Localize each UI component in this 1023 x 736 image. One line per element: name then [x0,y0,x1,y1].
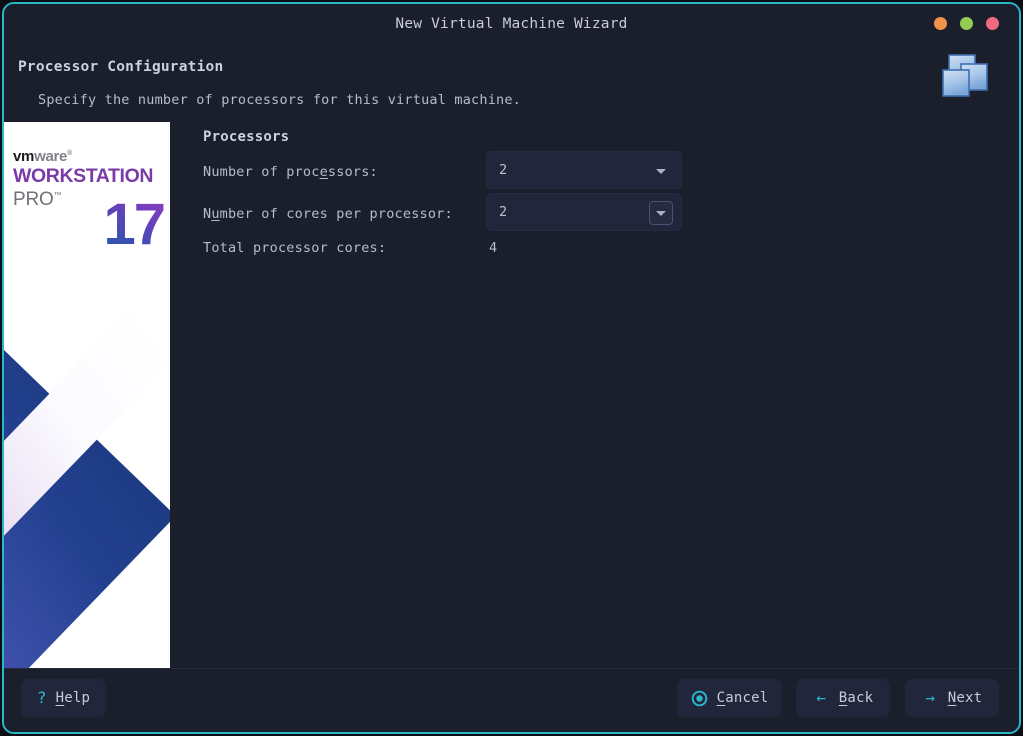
chevron-down-icon[interactable] [649,201,673,225]
close-button[interactable] [986,17,999,30]
content-pane: Processors Number of processors: 2 Numbe… [170,122,1019,668]
wizard-window: New Virtual Machine Wizard Processor Con… [2,2,1021,734]
vmware-vm-text: vm [13,148,35,165]
chevron-down-icon[interactable] [651,161,671,181]
label-number-of-processors: Number of processors: [203,164,378,180]
trademark-mark: ™ [53,191,62,201]
next-button-label: Next [947,690,983,706]
combobox-number-of-processors[interactable]: 2 [486,151,682,189]
minimize-button[interactable] [934,17,947,30]
back-button[interactable]: ← Back [796,679,890,717]
combobox-cores-per-processor[interactable]: 2 [486,193,682,231]
cancel-button[interactable]: Cancel [677,679,782,717]
page-title: Processor Configuration [18,59,224,75]
combobox-number-of-processors-value: 2 [499,162,508,178]
window-controls [934,17,999,30]
stop-circle-icon [691,690,708,707]
back-button-label: Back [838,690,874,706]
stacked-squares-icon [942,54,988,97]
title-bar: New Virtual Machine Wizard [4,4,1019,46]
label-cores-per-processor: Number of cores per processor: [203,206,453,222]
processors-group-label: Processors [203,129,290,145]
label-total-processor-cores: Total processor cores: [203,240,387,256]
wizard-header: Processor Configuration Specify the numb… [4,46,1019,122]
arrow-left-icon: ← [816,688,827,707]
product-version: 17 [103,192,165,257]
combobox-cores-per-processor-value: 2 [499,204,508,220]
branding-sidebar: vmware® WORKSTATION PRO™ 17 [4,122,170,668]
vmware-wordmark: vmware® [13,149,153,164]
help-button[interactable]: ? Help [21,679,106,717]
vmware-ware-text: ware [34,148,68,165]
question-mark-icon: ? [36,688,47,707]
cancel-button-label: Cancel [716,690,769,706]
arrow-right-icon: → [925,688,936,707]
product-name: WORKSTATION [13,165,154,187]
page-subtitle: Specify the number of processors for thi… [38,92,522,108]
maximize-button[interactable] [960,17,973,30]
next-button[interactable]: → Next [905,679,999,717]
wizard-body: vmware® WORKSTATION PRO™ 17 Processors N… [4,122,1019,668]
help-button-label: Help [55,690,91,706]
value-total-processor-cores: 4 [489,240,498,256]
window-title: New Virtual Machine Wizard [395,16,628,32]
registered-mark: ® [67,150,72,157]
wizard-footer: ? Help Cancel ← Back → Next [4,668,1019,732]
product-edition-text: PRO [13,189,54,211]
